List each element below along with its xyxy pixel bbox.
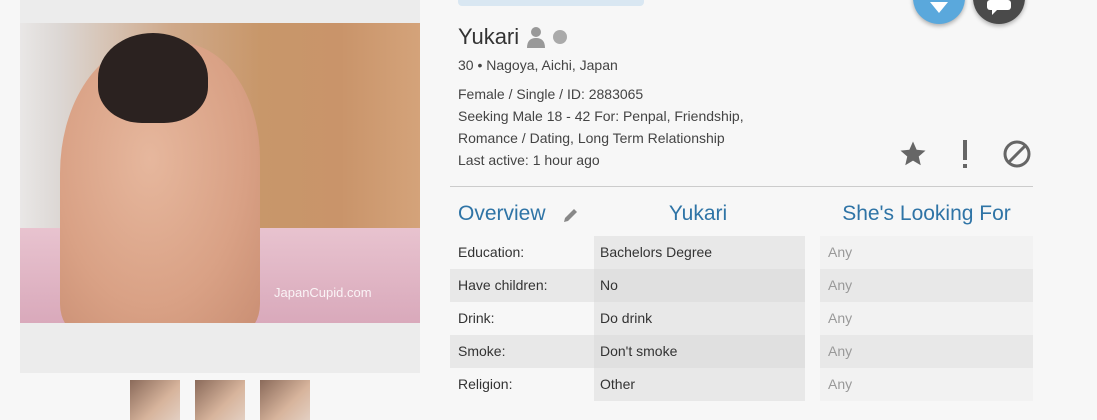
row-want: Any: [828, 376, 853, 392]
user-icon: [527, 27, 546, 48]
row-value-cell: Do drink: [594, 302, 805, 335]
table-row: Smoke: Don't smoke Any: [450, 335, 1033, 368]
row-value-cell: No: [594, 269, 805, 302]
row-label: Religion:: [458, 376, 513, 392]
chat-icon: [987, 0, 1011, 15]
row-want-cell: Any: [820, 368, 1033, 401]
row-want: Any: [828, 277, 853, 293]
details-line: Female / Single / ID: 2883065: [458, 86, 644, 102]
main-profile-photo[interactable]: JapanCupid.com: [20, 23, 420, 323]
her-column-header: Yukari: [668, 202, 728, 225]
block-button[interactable]: [1001, 139, 1033, 177]
photo-hair: [98, 33, 208, 123]
details-line: Seeking Male 18 - 42 For: Penpal, Friend…: [458, 108, 744, 124]
row-value-cell: Don't smoke: [594, 335, 805, 368]
profile-actions: [897, 138, 1033, 178]
heart-icon: [930, 2, 948, 13]
table-row: Have children: No Any: [450, 269, 1033, 302]
row-want-cell: Any: [820, 236, 1033, 269]
block-icon: [1003, 140, 1031, 168]
table-row: Religion: Other Any: [450, 368, 1033, 401]
section-divider: [450, 186, 1033, 187]
thumbnail-photo[interactable]: [260, 380, 310, 420]
row-want-cell: Any: [820, 269, 1033, 302]
details-line: Romance / Dating, Long Term Relationship: [458, 130, 725, 146]
report-button[interactable]: [949, 138, 981, 178]
row-value-cell: Other: [594, 368, 805, 401]
exclamation-icon: [963, 140, 967, 168]
photo-thumbnails: [130, 380, 310, 420]
like-button[interactable]: [913, 0, 965, 24]
row-label: Drink:: [458, 310, 495, 326]
last-active: Last active: 1 hour ago: [458, 152, 600, 168]
row-value: Bachelors Degree: [600, 244, 713, 260]
row-value: Other: [600, 376, 636, 392]
table-row: Drink: Do drink Any: [450, 302, 1033, 335]
row-label: Have children:: [458, 277, 548, 293]
online-status-dot: [553, 30, 568, 44]
row-want: Any: [828, 343, 853, 359]
row-want-cell: Any: [820, 302, 1033, 335]
favorite-button[interactable]: [897, 139, 929, 177]
thumbnail-photo[interactable]: [195, 380, 245, 420]
profile-name-row: Yukari: [458, 24, 568, 50]
tab-overview[interactable]: Overview: [458, 202, 546, 226]
row-want: Any: [828, 244, 853, 260]
row-label: Education:: [458, 244, 525, 260]
overview-table: Education: Bachelors Degree Any Have chi…: [450, 236, 1033, 401]
photo-watermark: JapanCupid.com: [274, 285, 372, 300]
row-want-cell: Any: [820, 335, 1033, 368]
table-row: Education: Bachelors Degree Any: [450, 236, 1033, 269]
row-value: Don't smoke: [600, 343, 678, 359]
photo-panel: JapanCupid.com: [20, 0, 420, 373]
row-value-cell: Bachelors Degree: [594, 236, 805, 269]
star-icon: [900, 141, 926, 166]
looking-for-column-header: She's Looking For: [842, 202, 1011, 225]
profile-location: 30 • Nagoya, Aichi, Japan: [458, 57, 618, 73]
profile-details: Female / Single / ID: 2883065 Seeking Ma…: [458, 83, 744, 171]
pencil-icon[interactable]: [562, 206, 580, 224]
chat-button[interactable]: [973, 0, 1025, 24]
top-chip: [458, 0, 644, 6]
thumbnail-photo[interactable]: [130, 380, 180, 420]
row-value: No: [600, 277, 618, 293]
row-want: Any: [828, 310, 853, 326]
profile-name: Yukari: [458, 24, 520, 49]
row-label: Smoke:: [458, 343, 506, 359]
overview-headers: Overview Yukari She's Looking For: [450, 202, 1033, 230]
row-value: Do drink: [600, 310, 653, 326]
